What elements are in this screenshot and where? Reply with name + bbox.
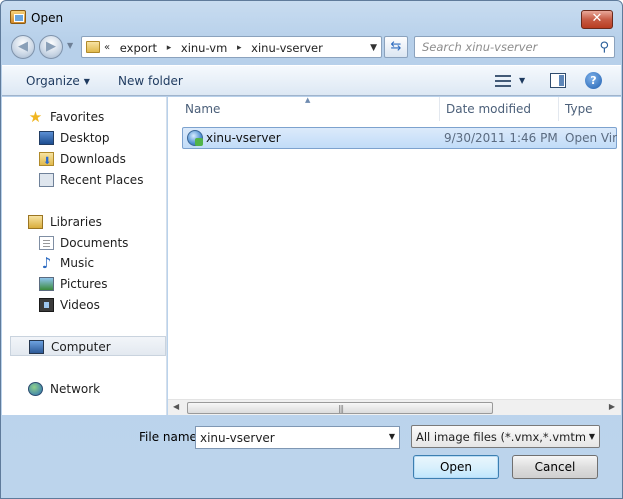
nav-item-desktop[interactable]: Desktop: [2, 128, 166, 148]
documents-icon: [39, 236, 54, 250]
column-header-date[interactable]: Date modified: [440, 97, 559, 121]
cancel-button[interactable]: Cancel: [512, 455, 598, 479]
nav-label: Libraries: [50, 215, 102, 229]
breadcrumb-overflow[interactable]: «: [104, 40, 110, 56]
file-row[interactable]: xinu-vserver 9/30/2011 1:46 PM Open Virt: [182, 127, 617, 149]
back-button[interactable]: ◀: [11, 35, 35, 59]
downloads-icon: [39, 152, 54, 172]
nav-item-music[interactable]: ♪ Music: [2, 253, 166, 273]
back-arrow-icon: ◀: [18, 39, 28, 54]
breadcrumb-separator-icon[interactable]: ▸: [167, 40, 172, 56]
desktop-icon: [39, 131, 54, 145]
nav-item-downloads[interactable]: Downloads: [2, 149, 166, 172]
scrollbar-thumb[interactable]: |||: [187, 402, 493, 414]
nav-label: Downloads: [60, 152, 126, 166]
breadcrumb-item[interactable]: xinu-vserver: [251, 40, 323, 56]
file-name: xinu-vserver: [206, 131, 281, 145]
breadcrumb: « export ▸ xinu-vm ▸ xinu-vserver: [104, 40, 323, 56]
app-icon: [10, 10, 26, 24]
refresh-button[interactable]: ⇆: [384, 36, 408, 58]
column-header-name[interactable]: ▲ Name: [168, 96, 440, 121]
open-dialog: Open ✕ ◀ ▶ ▼ « export ▸ xinu-vm ▸ xinu-v…: [0, 0, 623, 499]
chevron-down-icon[interactable]: ▼: [585, 426, 599, 447]
nav-label: Music: [60, 256, 95, 270]
preview-pane-icon[interactable]: [550, 73, 566, 88]
open-button[interactable]: Open: [413, 455, 499, 479]
nav-libraries[interactable]: Libraries: [2, 212, 166, 232]
recent-pages-dropdown[interactable]: ▼: [67, 41, 73, 50]
organize-button[interactable]: Organize ▼: [26, 74, 90, 88]
breadcrumb-item[interactable]: export: [120, 40, 157, 56]
nav-item-documents[interactable]: Documents: [2, 233, 166, 253]
file-date: 9/30/2011 1:46 PM: [444, 131, 558, 145]
pictures-icon: [39, 277, 54, 291]
computer-icon: [29, 340, 44, 354]
column-label: Name: [185, 102, 221, 116]
refresh-icon: ⇆: [390, 39, 402, 54]
folder-icon: [86, 41, 100, 53]
recent-places-icon: [39, 173, 54, 187]
nav-computer[interactable]: Computer: [10, 336, 166, 356]
filename-label: File name:: [139, 430, 201, 444]
music-note-icon: ♪: [41, 254, 52, 272]
nav-label: Documents: [60, 236, 129, 250]
grip-icon: |||: [338, 404, 344, 413]
libraries-icon: [28, 215, 43, 229]
chevron-down-icon[interactable]: ▼: [389, 432, 395, 441]
breadcrumb-separator-icon[interactable]: ▸: [237, 40, 242, 56]
nav-label: Favorites: [50, 110, 105, 124]
nav-label: Computer: [51, 340, 111, 354]
nav-label: Desktop: [60, 131, 110, 145]
chevron-down-icon: ▼: [83, 77, 90, 86]
organize-label: Organize: [26, 74, 80, 88]
views-dropdown-icon[interactable]: ▼: [519, 76, 525, 85]
nav-item-pictures[interactable]: Pictures: [2, 274, 166, 294]
views-icon[interactable]: [495, 74, 511, 88]
nav-label: Recent Places: [60, 173, 144, 187]
nav-favorites[interactable]: ★ Favorites: [2, 107, 166, 127]
address-bar[interactable]: « export ▸ xinu-vm ▸ xinu-vserver ▼: [81, 36, 382, 58]
help-icon[interactable]: ?: [585, 72, 602, 89]
nav-item-videos[interactable]: Videos: [2, 295, 166, 315]
scroll-right-icon[interactable]: ▶: [609, 402, 615, 411]
forward-button[interactable]: ▶: [39, 35, 63, 59]
file-type: Open Virt: [565, 131, 617, 145]
sort-ascending-icon: ▲: [305, 96, 311, 104]
file-type-filter[interactable]: All image files (*.vmx,*.vmtm,*. ▼: [411, 425, 600, 448]
nav-label: Pictures: [60, 277, 108, 291]
new-folder-button[interactable]: New folder: [118, 74, 183, 88]
nav-network[interactable]: Network: [2, 379, 166, 399]
nav-label: Network: [50, 382, 101, 396]
vm-file-icon: [187, 130, 203, 146]
command-bar: Organize ▼ New folder ▼ ?: [2, 65, 621, 96]
horizontal-scrollbar[interactable]: ◀ ||| ▶: [168, 399, 621, 415]
nav-label: Videos: [60, 298, 100, 312]
filename-value: xinu-vserver: [200, 431, 275, 445]
network-icon: [28, 382, 43, 396]
navigation-pane: ★ Favorites Desktop Downloads Recent Pla…: [2, 97, 167, 415]
scroll-left-icon[interactable]: ◀: [173, 402, 179, 411]
search-icon[interactable]: ⚲: [599, 40, 609, 55]
window-title: Open: [31, 11, 64, 25]
filename-field[interactable]: xinu-vserver ▼: [195, 426, 400, 449]
videos-icon: [39, 298, 54, 312]
close-button[interactable]: ✕: [581, 10, 613, 29]
forward-arrow-icon: ▶: [46, 39, 56, 54]
search-input[interactable]: Search xinu-vserver ⚲: [414, 36, 615, 58]
address-dropdown-icon[interactable]: ▼: [370, 40, 377, 56]
title-bar: Open ✕: [1, 1, 622, 31]
column-header-type[interactable]: Type: [559, 97, 621, 121]
breadcrumb-item[interactable]: xinu-vm: [181, 40, 227, 56]
star-icon: ★: [28, 108, 43, 126]
nav-item-recent-places[interactable]: Recent Places: [2, 170, 166, 190]
file-list: ▲ Name Date modified Type xinu-vserver 9…: [168, 96, 621, 399]
filter-value: All image files (*.vmx,*.vmtm,*.: [416, 430, 600, 444]
search-placeholder: Search xinu-vserver: [422, 40, 538, 54]
